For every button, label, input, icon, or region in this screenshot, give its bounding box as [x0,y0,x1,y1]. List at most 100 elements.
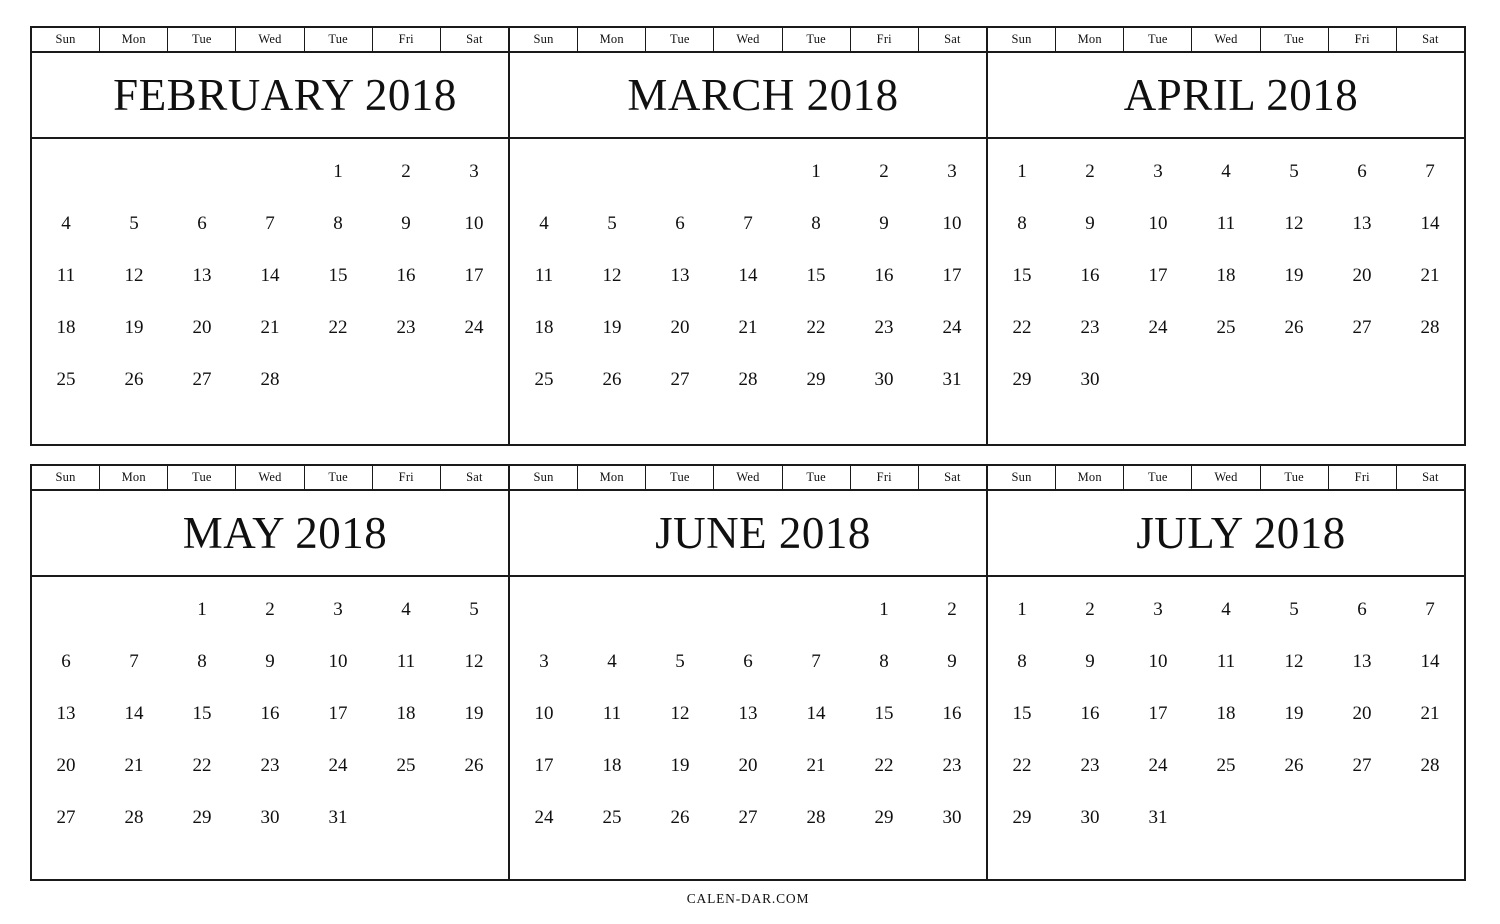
day-cell[interactable]: 6 [168,197,236,249]
day-cell[interactable]: 31 [304,791,372,843]
day-cell[interactable]: 27 [646,353,714,405]
day-cell[interactable]: 31 [918,353,986,405]
day-cell[interactable]: 15 [988,249,1056,301]
day-cell[interactable]: 15 [168,687,236,739]
day-cell[interactable]: 2 [918,583,986,635]
day-cell[interactable]: 24 [440,301,508,353]
day-cell[interactable]: 15 [850,687,918,739]
day-cell[interactable]: 7 [100,635,168,687]
day-cell[interactable]: 24 [1124,301,1192,353]
day-cell[interactable]: 6 [646,197,714,249]
day-cell[interactable]: 8 [304,197,372,249]
day-cell[interactable]: 3 [440,145,508,197]
day-cell[interactable]: 18 [32,301,100,353]
day-cell[interactable]: 25 [510,353,578,405]
day-cell[interactable]: 24 [918,301,986,353]
day-cell[interactable]: 29 [988,353,1056,405]
day-cell[interactable]: 1 [168,583,236,635]
day-cell[interactable]: 26 [578,353,646,405]
day-cell[interactable]: 6 [714,635,782,687]
day-cell[interactable]: 9 [1056,197,1124,249]
day-cell[interactable]: 28 [100,791,168,843]
day-cell[interactable]: 5 [440,583,508,635]
day-cell[interactable]: 5 [578,197,646,249]
day-cell[interactable]: 16 [918,687,986,739]
day-cell[interactable]: 12 [578,249,646,301]
day-cell[interactable]: 3 [918,145,986,197]
day-cell[interactable]: 11 [510,249,578,301]
day-cell[interactable]: 1 [988,583,1056,635]
day-cell[interactable]: 18 [372,687,440,739]
day-cell[interactable]: 29 [850,791,918,843]
day-cell[interactable]: 6 [1328,145,1396,197]
day-cell[interactable]: 19 [100,301,168,353]
day-cell[interactable]: 8 [988,197,1056,249]
day-cell[interactable]: 16 [236,687,304,739]
day-cell[interactable]: 19 [578,301,646,353]
day-cell[interactable]: 21 [782,739,850,791]
day-cell[interactable]: 4 [578,635,646,687]
day-cell[interactable]: 4 [510,197,578,249]
day-cell[interactable]: 2 [1056,583,1124,635]
day-cell[interactable]: 19 [1260,249,1328,301]
day-cell[interactable]: 15 [782,249,850,301]
day-cell[interactable]: 18 [1192,687,1260,739]
day-cell[interactable]: 8 [850,635,918,687]
day-cell[interactable]: 14 [236,249,304,301]
day-cell[interactable]: 11 [578,687,646,739]
day-cell[interactable]: 2 [1056,145,1124,197]
day-cell[interactable]: 18 [1192,249,1260,301]
day-cell[interactable]: 3 [510,635,578,687]
day-cell[interactable]: 24 [1124,739,1192,791]
day-cell[interactable]: 20 [32,739,100,791]
day-cell[interactable]: 7 [714,197,782,249]
day-cell[interactable]: 1 [988,145,1056,197]
day-cell[interactable]: 23 [236,739,304,791]
day-cell[interactable]: 7 [1396,583,1464,635]
day-cell[interactable]: 2 [850,145,918,197]
day-cell[interactable]: 21 [1396,687,1464,739]
day-cell[interactable]: 26 [1260,739,1328,791]
day-cell[interactable]: 8 [168,635,236,687]
day-cell[interactable]: 3 [1124,583,1192,635]
day-cell[interactable]: 29 [168,791,236,843]
day-cell[interactable]: 12 [1260,635,1328,687]
day-cell[interactable]: 25 [32,353,100,405]
day-cell[interactable]: 11 [1192,635,1260,687]
day-cell[interactable]: 16 [372,249,440,301]
day-cell[interactable]: 28 [236,353,304,405]
day-cell[interactable]: 7 [236,197,304,249]
day-cell[interactable]: 13 [714,687,782,739]
day-cell[interactable]: 29 [988,791,1056,843]
day-cell[interactable]: 23 [1056,739,1124,791]
day-cell[interactable]: 28 [714,353,782,405]
day-cell[interactable]: 23 [1056,301,1124,353]
day-cell[interactable]: 12 [440,635,508,687]
day-cell[interactable]: 1 [782,145,850,197]
day-cell[interactable]: 1 [850,583,918,635]
day-cell[interactable]: 23 [372,301,440,353]
day-cell[interactable]: 5 [1260,583,1328,635]
day-cell[interactable]: 10 [510,687,578,739]
day-cell[interactable]: 19 [440,687,508,739]
day-cell[interactable]: 20 [1328,687,1396,739]
day-cell[interactable]: 1 [304,145,372,197]
day-cell[interactable]: 17 [918,249,986,301]
day-cell[interactable]: 12 [1260,197,1328,249]
day-cell[interactable]: 26 [100,353,168,405]
day-cell[interactable]: 7 [1396,145,1464,197]
day-cell[interactable]: 22 [988,301,1056,353]
day-cell[interactable]: 30 [236,791,304,843]
day-cell[interactable]: 6 [1328,583,1396,635]
day-cell[interactable]: 7 [782,635,850,687]
day-cell[interactable]: 25 [1192,301,1260,353]
day-cell[interactable]: 23 [918,739,986,791]
day-cell[interactable]: 17 [1124,687,1192,739]
day-cell[interactable]: 29 [782,353,850,405]
day-cell[interactable]: 4 [1192,583,1260,635]
day-cell[interactable]: 10 [918,197,986,249]
day-cell[interactable]: 31 [1124,791,1192,843]
day-cell[interactable]: 22 [304,301,372,353]
day-cell[interactable]: 9 [918,635,986,687]
day-cell[interactable]: 9 [372,197,440,249]
